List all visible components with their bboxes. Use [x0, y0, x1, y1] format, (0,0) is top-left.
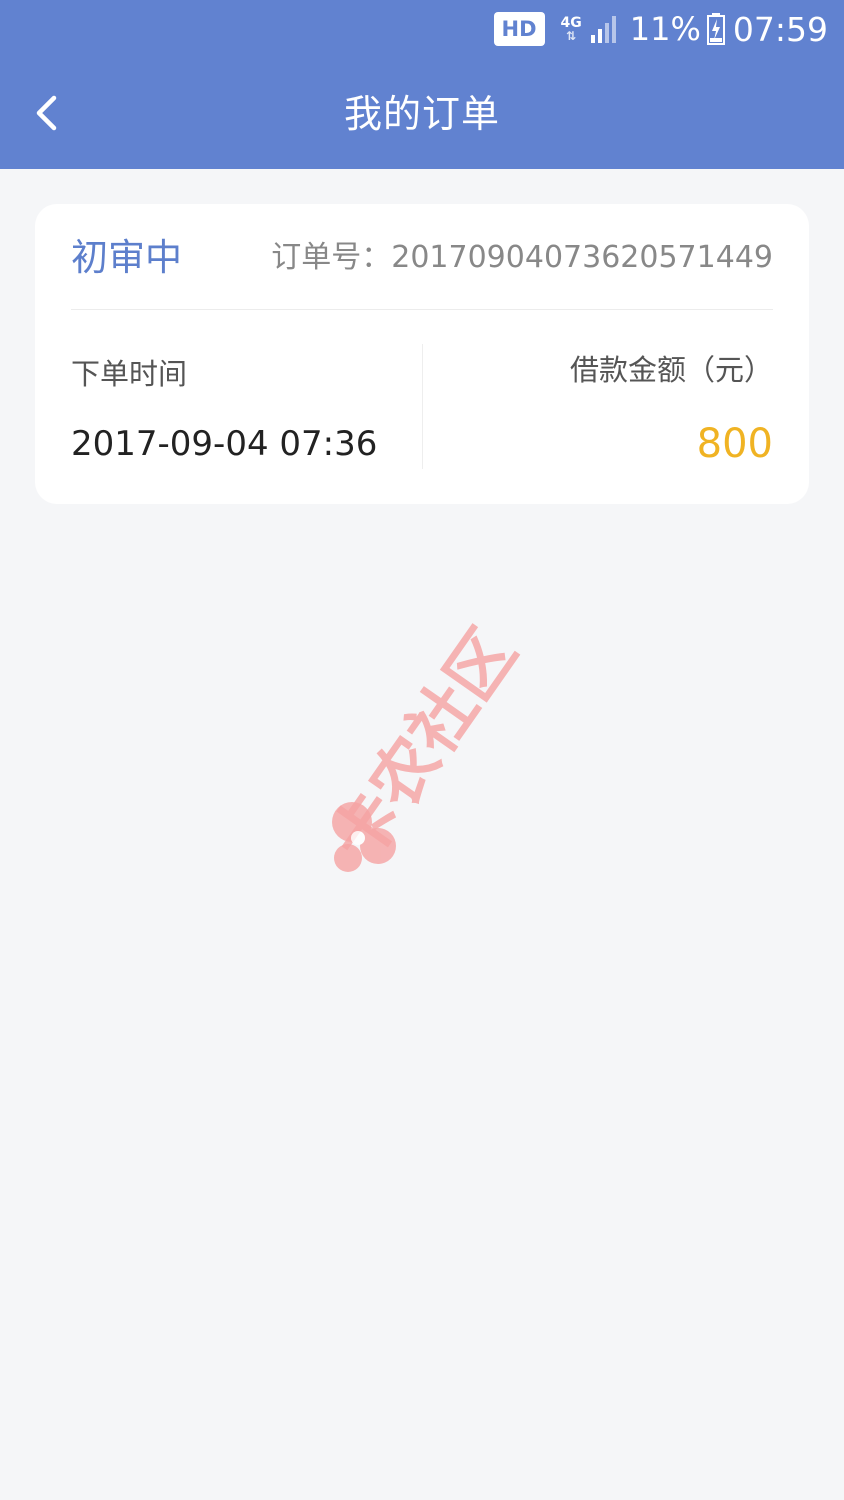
order-card-header: 初审中 订单号：20170904073620571449 — [71, 204, 773, 310]
app-header: HD 4G ⇅ 11% 07:59 我的订单 — [0, 0, 844, 169]
order-time-label: 下单时间 — [71, 357, 188, 391]
battery-percent: 11% — [629, 10, 701, 48]
status-clock: 07:59 — [732, 9, 828, 49]
hd-badge: HD — [493, 12, 545, 46]
order-status: 初审中 — [71, 236, 182, 279]
order-time-value: 2017-09-04 07:36 — [71, 424, 378, 464]
loan-amount-value: 800 — [696, 421, 773, 467]
battery-charging-icon — [706, 13, 725, 45]
order-card-body: 下单时间 2017-09-04 07:36 借款金额（元） 800 — [71, 344, 773, 469]
status-bar: HD 4G ⇅ 11% 07:59 — [0, 0, 844, 58]
page-title: 我的订单 — [343, 92, 500, 136]
nav-bar: 我的订单 — [0, 58, 844, 169]
loan-amount-label: 借款金额（元） — [569, 353, 773, 387]
signal-icon — [590, 16, 616, 43]
vertical-divider — [422, 344, 423, 469]
order-card[interactable]: 初审中 订单号：20170904073620571449 下单时间 2017-0… — [35, 204, 809, 504]
network-label: 4G — [560, 15, 582, 31]
watermark-logo: 卡农社区 — [317, 615, 531, 875]
network-icon: 4G ⇅ — [561, 16, 582, 42]
data-arrows-icon: ⇅ — [566, 29, 577, 43]
order-number: 订单号：20170904073620571449 — [271, 240, 773, 275]
status-icons: HD 4G ⇅ 11% 07:59 — [493, 6, 828, 52]
